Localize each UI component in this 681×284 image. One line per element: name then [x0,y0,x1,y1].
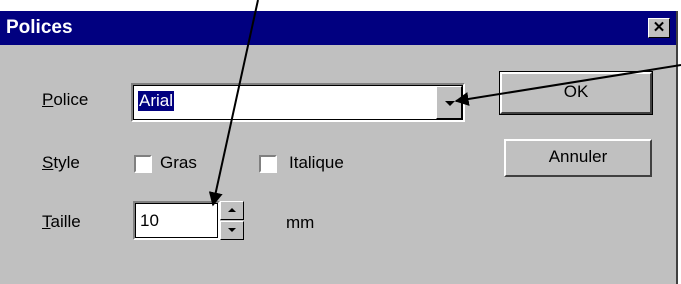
arrow-to-spinner [208,0,259,207]
arrow-to-dropdown [454,64,681,106]
annotation-arrows [208,0,681,207]
